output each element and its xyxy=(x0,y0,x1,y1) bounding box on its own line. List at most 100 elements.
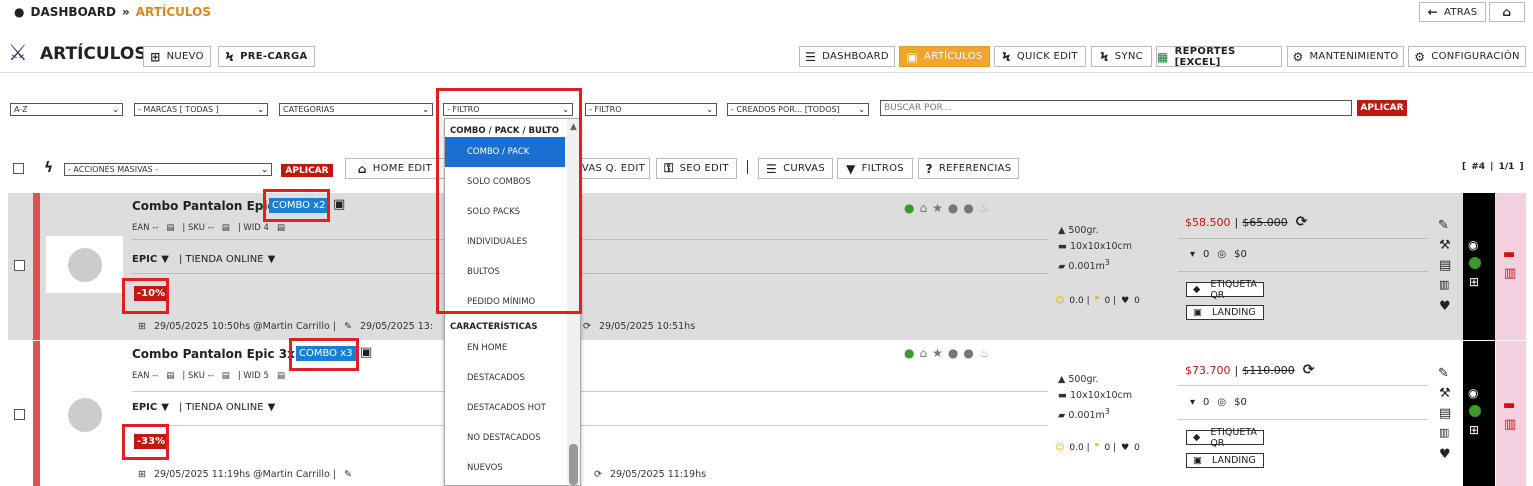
check-circle-icon[interactable]: ● xyxy=(904,201,914,215)
edit-icon[interactable]: ✎ xyxy=(1438,366,1449,381)
gift-icon[interactable]: ⊞ xyxy=(1469,423,1479,437)
product-thumbnail[interactable] xyxy=(46,386,123,443)
acciones-masivas-select[interactable]: - ACCIONES MASIVAS - ⌄ xyxy=(64,163,272,176)
nav-quick-edit[interactable]: ϟ QUICK EDIT xyxy=(994,46,1086,67)
trash-icon[interactable]: ▥ xyxy=(1504,417,1516,432)
fire-icon[interactable]: ♨ xyxy=(979,346,990,360)
copy-icon[interactable]: ▤ xyxy=(166,223,174,233)
chart-icon[interactable]: ▥ xyxy=(1439,426,1449,439)
chart-icon[interactable]: ▥ xyxy=(1439,278,1449,291)
nav-configuracion[interactable]: ⚙ CONFIGURACIÓN xyxy=(1408,46,1526,67)
store-icon[interactable]: ⌂ xyxy=(919,346,927,360)
select-all-checkbox[interactable] xyxy=(13,163,24,174)
precarga-button[interactable]: ϟ PRE-CARGA xyxy=(218,46,315,67)
refresh-icon[interactable]: ⟳ xyxy=(1296,214,1308,230)
etiqueta-qr-button[interactable]: ◆ ETIQUETA QR xyxy=(1186,279,1264,301)
copy-icon[interactable]: ▤ xyxy=(1439,406,1451,421)
copy-icon[interactable]: ▤ xyxy=(277,223,285,233)
cart-plus-icon[interactable]: ▣ xyxy=(333,197,345,212)
archive-icon[interactable]: ▬ xyxy=(1503,247,1515,262)
badge-icon[interactable]: ● xyxy=(963,346,973,360)
etiqueta-qr-button[interactable]: ◆ ETIQUETA QR xyxy=(1186,427,1264,449)
trash-icon[interactable]: ▥ xyxy=(1504,266,1516,281)
product-name[interactable]: Combo Pantalon Epic 3x2 xyxy=(132,347,303,361)
wrench-icon[interactable]: ⚒ xyxy=(1439,238,1451,253)
home-edit-button[interactable]: ⌂ HOME EDIT xyxy=(345,158,445,179)
landing-button[interactable]: ▣ LANDING xyxy=(1186,453,1264,468)
new-icon[interactable]: ● xyxy=(948,346,958,360)
aplicar-acciones-button[interactable]: APLICAR xyxy=(281,164,333,177)
copy-icon[interactable]: ▤ xyxy=(222,223,230,233)
scrollbar-thumb[interactable] xyxy=(569,444,578,485)
categorias-select[interactable]: CATEGORIAS ⌄ xyxy=(279,103,433,116)
product-name[interactable]: Combo Pantalon Epic xyxy=(132,199,275,213)
store-icon[interactable]: ⌂ xyxy=(919,201,927,215)
filter-icon[interactable]: ▼ xyxy=(268,254,276,265)
dropdown-option[interactable]: NO DESTACADOS xyxy=(445,423,565,453)
check-circle-icon[interactable] xyxy=(1469,405,1481,417)
product-codes: EAN -- ▤ | SKU -- ▤ | WID 4 ▤ xyxy=(132,223,285,233)
dropdown-option[interactable]: DESTACADOS xyxy=(445,363,565,393)
check-circle-icon[interactable]: ● xyxy=(904,346,914,360)
dropdown-option[interactable]: NUEVOS xyxy=(445,453,565,483)
eye-icon[interactable]: ◉ xyxy=(1468,238,1478,252)
gift-icon[interactable]: ⊞ xyxy=(1469,275,1479,289)
copy-icon[interactable]: ▤ xyxy=(277,371,285,381)
bolt-icon: ϟ xyxy=(1100,49,1109,64)
eye-icon[interactable]: ◉ xyxy=(1468,386,1478,400)
check-circle-icon[interactable] xyxy=(1469,257,1481,269)
marcas-select[interactable]: - MARCAS [ TODAS ] ⌄ xyxy=(134,103,268,116)
copy-icon[interactable]: ▤ xyxy=(166,371,174,381)
curvas-q-edit-button[interactable]: RVAS Q. EDIT xyxy=(570,158,650,179)
cart-plus-icon[interactable]: ▣ xyxy=(360,345,372,360)
referencias-button[interactable]: ? REFERENCIAS xyxy=(918,158,1019,179)
star-icon[interactable]: ★ xyxy=(932,201,943,215)
edit-icon: ✎ xyxy=(344,469,352,480)
wrench-icon[interactable]: ⚒ xyxy=(1439,386,1451,401)
curvas-button[interactable]: ☰ CURVAS xyxy=(758,158,833,179)
divider xyxy=(747,160,748,174)
dropdown-option[interactable]: DESTACADOS HOT xyxy=(445,393,565,423)
sort-select[interactable]: A-Z ⌄ xyxy=(10,103,123,116)
refresh-icon[interactable]: ⟳ xyxy=(1303,362,1315,378)
search-input[interactable]: BUSCAR POR... xyxy=(880,100,1352,116)
nav-articulos[interactable]: ▣ ARTÍCULOS xyxy=(899,46,990,67)
copy-icon[interactable]: ▤ xyxy=(1439,258,1451,273)
home-icon: ⌂ xyxy=(1502,5,1512,19)
heart-icon[interactable]: ♥ xyxy=(1439,299,1451,314)
landing-button[interactable]: ▣ LANDING xyxy=(1186,305,1264,320)
question-circle-icon: ? xyxy=(925,161,933,176)
atras-button[interactable]: ← ATRAS xyxy=(1419,2,1486,22)
nav-mantenimiento[interactable]: ⚙ MANTENIMIENTO xyxy=(1287,46,1404,67)
heart-icon[interactable]: ♥ xyxy=(1439,447,1451,462)
filter-icon[interactable]: ▼ xyxy=(161,254,169,265)
creados-select[interactable]: - CREADOS POR... [TODOS] ⌄ xyxy=(727,103,869,116)
star-icon[interactable]: ★ xyxy=(932,346,943,360)
nav-sync[interactable]: ϟ SYNC xyxy=(1091,46,1152,67)
filtros-button[interactable]: ▼ FILTROS xyxy=(837,158,913,179)
nav-reportes[interactable]: ▦ REPORTES [EXCEL] xyxy=(1156,46,1282,68)
list-icon: ☰ xyxy=(805,49,817,64)
fire-icon[interactable]: ♨ xyxy=(979,201,990,215)
row-checkbox[interactable] xyxy=(14,409,25,420)
seo-edit-button[interactable]: ⚿ SEO EDIT xyxy=(656,158,737,179)
filter-icon[interactable]: ▼ xyxy=(268,402,276,413)
aplicar-filter-button[interactable]: APLICAR xyxy=(1357,100,1407,116)
home-button[interactable]: ⌂ xyxy=(1489,2,1525,22)
cart-icon: ▣ xyxy=(906,49,919,64)
row-checkbox[interactable] xyxy=(14,260,25,271)
chevron-down-icon: ⌄ xyxy=(858,105,865,114)
badge-icon[interactable]: ● xyxy=(963,201,973,215)
nav-dashboard[interactable]: ☰ DASHBOARD xyxy=(799,46,895,67)
product-thumbnail[interactable] xyxy=(46,236,123,293)
copy-icon[interactable]: ▤ xyxy=(222,371,230,381)
archive-icon[interactable]: ▬ xyxy=(1503,398,1515,413)
filter-icon[interactable]: ▼ xyxy=(161,402,169,413)
edit-icon[interactable]: ✎ xyxy=(1438,218,1449,233)
smile-icon: ☺ xyxy=(1055,443,1065,453)
nuevo-button[interactable]: ⊞ NUEVO xyxy=(143,46,211,67)
new-icon[interactable]: ● xyxy=(948,201,958,215)
breadcrumb-root[interactable]: DASHBOARD xyxy=(30,5,115,19)
dropdown-option[interactable]: EN HOME xyxy=(445,333,565,363)
filtro-select-2[interactable]: - FILTRO ⌄ xyxy=(585,103,717,116)
